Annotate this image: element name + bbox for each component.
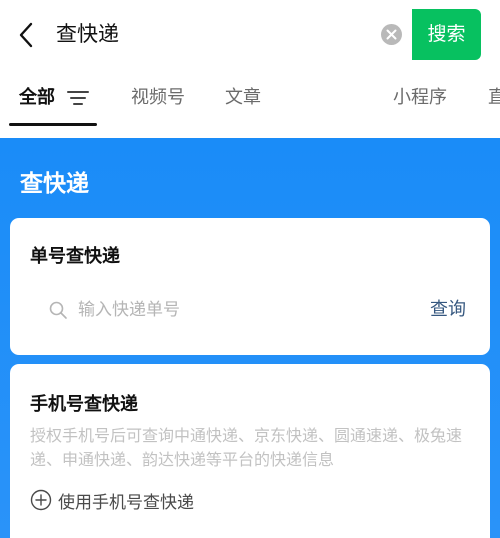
- active-tab-indicator: [9, 123, 97, 126]
- express-panel: 查快递 单号查快递 输入快递单号 查询 手机号查快递 授权手机号后可查询中通快递…: [0, 138, 500, 538]
- phone-card-description: 授权手机号后可查询中通快递、京东快递、圆通速递、极兔速递、申通快递、韵达快递等平…: [30, 426, 463, 469]
- back-icon: [19, 22, 33, 48]
- tab-channels[interactable]: 视频号: [131, 84, 185, 112]
- tracking-card-title: 单号查快递: [30, 246, 120, 267]
- tab-bar: 全部 视频号 文章 小程序 直: [0, 70, 500, 130]
- tab-more[interactable]: 直: [488, 84, 500, 112]
- use-phone-label: 使用手机号查快递: [58, 492, 194, 513]
- filter-icon[interactable]: [67, 90, 89, 106]
- panel-title: 查快递: [20, 171, 89, 197]
- use-phone-button[interactable]: 使用手机号查快递: [30, 486, 194, 514]
- clear-icon: [386, 29, 397, 40]
- clear-button[interactable]: [381, 24, 402, 45]
- tab-mini-programs[interactable]: 小程序: [393, 84, 447, 112]
- search-input[interactable]: 查快递: [42, 10, 412, 59]
- tab-all[interactable]: 全部: [19, 84, 55, 112]
- tracking-input-placeholder: 输入快递单号: [78, 300, 180, 320]
- plus-circle-icon: [30, 489, 52, 511]
- tracking-number-input[interactable]: 输入快递单号 查询: [30, 290, 470, 330]
- search-query-text: 查快递: [56, 22, 119, 46]
- tab-articles[interactable]: 文章: [225, 84, 261, 112]
- phone-card-title: 手机号查快递: [30, 394, 138, 415]
- top-bar: 查快递 搜索: [0, 0, 500, 70]
- phone-number-card: 手机号查快递 授权手机号后可查询中通快递、京东快递、圆通速递、极兔速递、申通快递…: [10, 364, 490, 538]
- search-button[interactable]: 搜索: [412, 9, 481, 60]
- search-icon: [49, 301, 67, 319]
- query-button[interactable]: 查询: [430, 297, 466, 323]
- back-button[interactable]: [12, 18, 40, 52]
- tracking-number-card: 单号查快递 输入快递单号 查询: [10, 218, 490, 355]
